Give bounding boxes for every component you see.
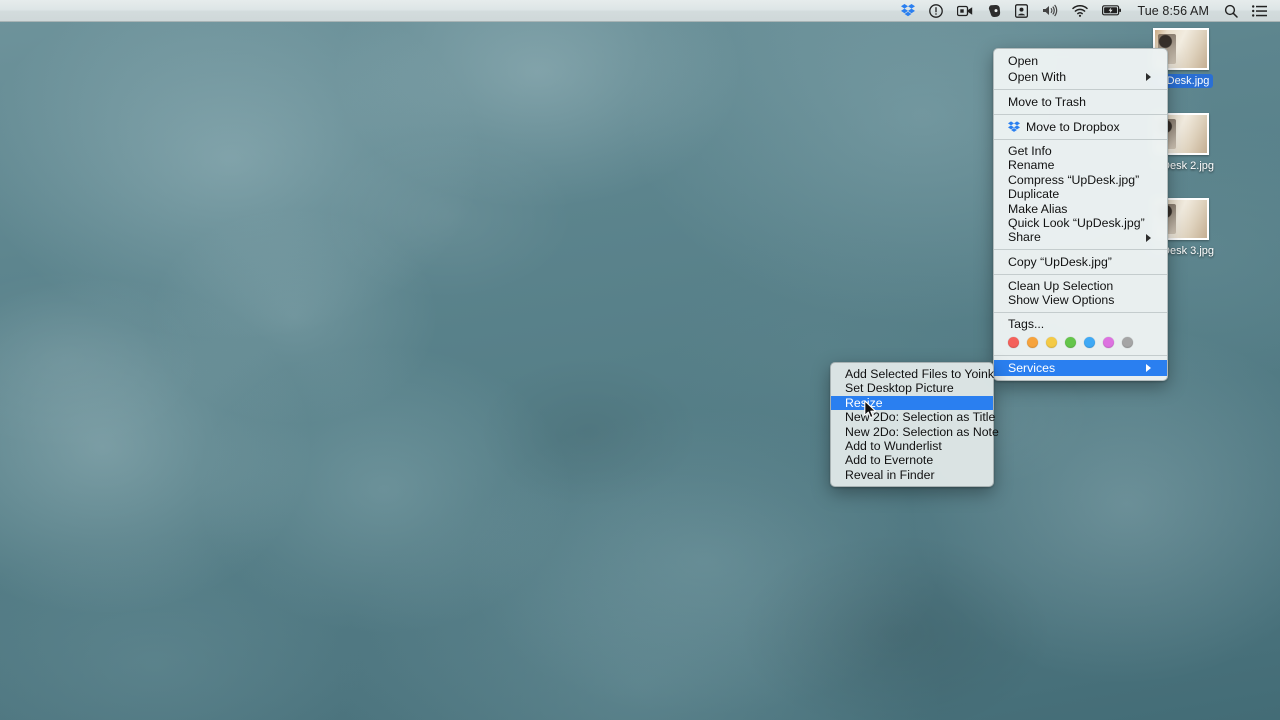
menu-item-label: Move to Dropbox [1026, 120, 1120, 134]
menu-item-label: Rename [1008, 158, 1055, 173]
context-menu-item-show-view-options[interactable]: Show View Options [994, 293, 1167, 307]
submenu-item-wunderlist[interactable]: Add to Wunderlist [831, 439, 993, 453]
menu-item-label: Clean Up Selection [1008, 278, 1114, 293]
menu-item-label: Copy “UpDesk.jpg” [1008, 254, 1112, 269]
submenu-item-reveal-in-finder[interactable]: Reveal in Finder [831, 468, 993, 482]
context-menu-item-share[interactable]: Share [994, 230, 1167, 244]
tag-color-green[interactable] [1065, 336, 1076, 348]
menu-item-label: Move to Trash [1008, 95, 1086, 109]
context-menu-item-rename[interactable]: Rename [994, 158, 1167, 172]
battery-icon[interactable] [1095, 0, 1129, 22]
menu-item-label: Services [1008, 360, 1056, 375]
submenu-item-2do-title[interactable]: New 2Do: Selection as Title [831, 410, 996, 425]
wifi-icon[interactable] [1065, 0, 1095, 22]
menu-separator [994, 354, 1167, 356]
context-menu-item-open[interactable]: Open [994, 53, 1167, 69]
menu-item-label: Reveal in Finder [845, 467, 935, 482]
menu-item-label: Open [1008, 54, 1039, 68]
menu-item-label: Set Desktop Picture [845, 381, 954, 396]
menu-bar: Tue 8:56 AM [0, 0, 1280, 22]
menu-item-label: Get Info [1008, 144, 1052, 158]
menu-item-label: Show View Options [1008, 293, 1115, 308]
boxed-app-icon[interactable] [1008, 0, 1035, 22]
menu-separator [994, 248, 1167, 250]
chevron-right-icon [1146, 233, 1151, 242]
submenu-item-evernote[interactable]: Add to Evernote [831, 453, 993, 467]
menu-item-label: Duplicate [1008, 187, 1060, 202]
context-menu-item-make-alias[interactable]: Make Alias [994, 202, 1167, 216]
menu-item-label: Make Alias [1008, 201, 1068, 216]
menu-bar-clock[interactable]: Tue 8:56 AM [1129, 0, 1217, 22]
dropbox-icon[interactable] [894, 0, 922, 22]
context-menu-item-get-info[interactable]: Get Info [994, 144, 1167, 158]
tag-color-red[interactable] [1008, 336, 1019, 348]
chevron-right-icon [1146, 73, 1151, 81]
alert-circle-icon[interactable] [922, 0, 950, 22]
submenu-item-set-desktop-picture[interactable]: Set Desktop Picture [831, 381, 993, 395]
context-menu-item-compress[interactable]: Compress “UpDesk.jpg” [994, 173, 1167, 187]
menu-item-label: Compress “UpDesk.jpg” [1008, 172, 1140, 187]
context-menu-item-duplicate[interactable]: Duplicate [994, 187, 1167, 201]
screen-recording-icon[interactable] [950, 0, 980, 22]
finder-context-menu: Open Open With Move to Trash Move to Dro… [993, 48, 1168, 381]
menu-item-label: New 2Do: Selection as Title [845, 410, 996, 425]
menu-item-label: Open With [1008, 70, 1067, 84]
menu-item-label: Add Selected Files to Yoink [845, 367, 995, 381]
context-menu-item-move-to-dropbox[interactable]: Move to Dropbox [994, 119, 1167, 135]
menu-item-label: New 2Do: Selection as Note [845, 424, 999, 439]
menu-separator [994, 114, 1167, 115]
context-menu-item-services[interactable]: Services [994, 359, 1167, 376]
tag-color-row [994, 332, 1167, 351]
context-menu-item-quick-look[interactable]: Quick Look “UpDesk.jpg” [994, 216, 1167, 230]
context-menu-item-copy[interactable]: Copy “UpDesk.jpg” [994, 254, 1167, 270]
search-icon[interactable] [1217, 0, 1245, 22]
tag-color-purple[interactable] [1103, 336, 1114, 348]
context-menu-item-move-to-trash[interactable]: Move to Trash [994, 94, 1167, 110]
menu-item-label: Add to Wunderlist [845, 438, 942, 453]
menu-separator [994, 139, 1167, 140]
submenu-item-yoink[interactable]: Add Selected Files to Yoink [831, 367, 995, 381]
menu-bar-status-items: Tue 8:56 AM [894, 0, 1280, 22]
menu-separator [994, 311, 1167, 313]
menu-item-label: Resize [845, 395, 883, 410]
menu-item-label: Quick Look “UpDesk.jpg” [1008, 215, 1145, 230]
context-menu-item-clean-up-selection[interactable]: Clean Up Selection [994, 279, 1167, 293]
submenu-item-2do-note[interactable]: New 2Do: Selection as Note [831, 425, 999, 439]
evernote-icon[interactable] [980, 0, 1008, 22]
menu-item-label: Share [1008, 230, 1041, 245]
menu-separator [994, 89, 1167, 90]
context-menu-item-open-with[interactable]: Open With [994, 69, 1167, 85]
tag-color-yellow[interactable] [1046, 336, 1057, 348]
tag-color-blue[interactable] [1084, 336, 1095, 348]
tag-color-gray[interactable] [1122, 336, 1133, 348]
menu-separator [994, 273, 1167, 275]
tag-color-orange[interactable] [1027, 336, 1038, 348]
context-menu-item-tags[interactable]: Tags... [994, 317, 1167, 332]
notification-center-icon[interactable] [1245, 0, 1274, 22]
dropbox-icon [1008, 121, 1020, 132]
submenu-item-resize[interactable]: Resize [831, 395, 993, 411]
chevron-right-icon [1146, 363, 1151, 372]
menu-item-label: Add to Evernote [845, 453, 934, 468]
services-submenu: Add Selected Files to Yoink Set Desktop … [830, 362, 999, 488]
volume-icon[interactable] [1035, 0, 1065, 22]
